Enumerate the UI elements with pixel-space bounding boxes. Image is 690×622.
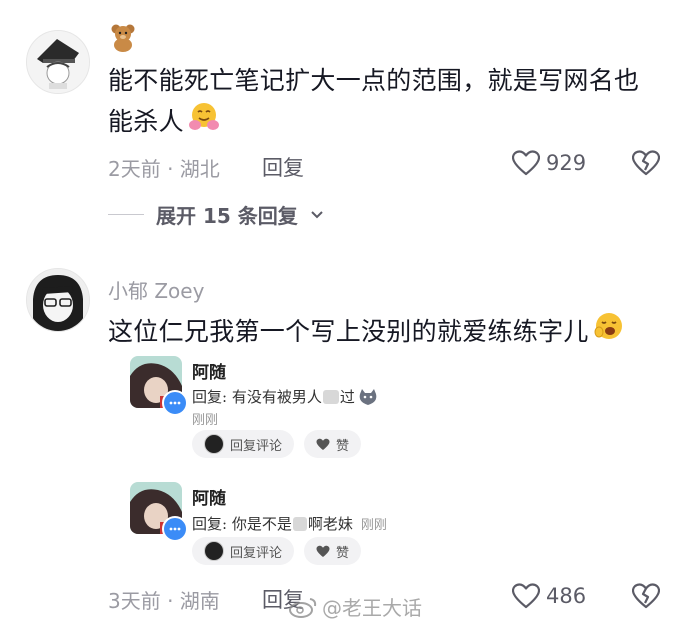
- comment-text: 这位仁兄我第一个写上没别的就爱练练字儿: [108, 310, 625, 353]
- broken-heart-icon: [631, 583, 661, 609]
- mini-avatar: [204, 434, 224, 454]
- yawning-face-emoji-icon: [593, 310, 625, 353]
- username[interactable]: 小郁 Zoey: [108, 275, 204, 304]
- reply-button[interactable]: 回复: [262, 152, 304, 182]
- avatar[interactable]: [26, 268, 90, 332]
- comment-text-line-1: 能不能死亡笔记扩大一点的范围，就是写网名也: [108, 66, 640, 95]
- reply-time: 刚刚: [360, 518, 387, 533]
- like-button[interactable]: 929: [512, 150, 586, 176]
- teddy-bear-sticker-icon: [108, 22, 138, 52]
- reply-text: 回复: 有没有被男人 过: [192, 386, 379, 407]
- reply-time: 刚刚: [192, 413, 219, 428]
- like-button[interactable]: 486: [512, 583, 586, 609]
- divider-line: [108, 214, 144, 215]
- cat-sticker-icon: [359, 388, 377, 405]
- heart-icon: [512, 583, 540, 609]
- like-button[interactable]: 赞: [304, 430, 362, 458]
- hugging-face-emoji-icon: [188, 100, 220, 143]
- watermark: @老王大话: [288, 592, 422, 621]
- heart-icon: [316, 438, 330, 450]
- like-label: 赞: [336, 545, 350, 561]
- like-count: 929: [546, 151, 587, 175]
- reply-text: 回复: 你是不是 啊老妹 刚刚: [192, 513, 387, 534]
- dislike-button[interactable]: [631, 150, 661, 178]
- mini-avatar: [204, 541, 224, 561]
- reply-comment-button[interactable]: 回复评论: [192, 537, 295, 565]
- chevron-down-icon: [311, 210, 323, 218]
- expand-replies-button[interactable]: 展开 15 条回复: [108, 200, 324, 229]
- verified-badge-icon: [162, 390, 188, 416]
- like-label: 赞: [336, 438, 350, 454]
- reply-comment-label: 回复评论: [230, 438, 283, 454]
- blurred-word: [322, 389, 339, 404]
- embedded-reply: 阿随 回复: 你是不是 啊老妹 刚刚 回复评论 赞: [128, 480, 408, 570]
- broken-heart-icon: [631, 150, 661, 176]
- heart-icon: [512, 150, 540, 176]
- comment-time-location: 3天前 · 湖南: [108, 589, 220, 613]
- heart-icon: [316, 545, 330, 557]
- dislike-button[interactable]: [631, 583, 661, 611]
- reply-text-start: 回复: 有没有被男人: [192, 388, 322, 406]
- reply-text-end: 啊老妹: [307, 515, 353, 533]
- expand-replies-label: 展开 15 条回复: [156, 204, 298, 228]
- reply-comment-button[interactable]: 回复评论: [192, 430, 295, 458]
- comment-time-location: 2天前 · 湖北: [108, 157, 220, 181]
- comment-text-line-2: 能杀人: [108, 106, 184, 136]
- comment-text: 能不能死亡笔记扩大一点的范围，就是写网名也 能杀人: [108, 62, 678, 143]
- avatar[interactable]: [26, 30, 90, 94]
- embedded-reply: 阿随 回复: 有没有被男人 过 刚刚 回复评论 赞: [128, 354, 398, 464]
- verified-badge-icon: [162, 516, 188, 542]
- weibo-logo-icon: [289, 597, 317, 618]
- comment-text-content: 这位仁兄我第一个写上没别的就爱练练字儿: [108, 316, 589, 346]
- like-button[interactable]: 赞: [304, 537, 362, 565]
- blurred-word: [292, 516, 307, 531]
- watermark-text: @老王大话: [322, 596, 422, 620]
- reply-text-end: 过: [339, 388, 355, 406]
- reply-author-name: 阿随: [192, 489, 226, 509]
- reply-comment-label: 回复评论: [230, 545, 283, 561]
- like-count: 486: [546, 584, 587, 608]
- reply-text-start: 回复: 你是不是: [192, 515, 292, 533]
- reply-author-name: 阿随: [192, 363, 226, 383]
